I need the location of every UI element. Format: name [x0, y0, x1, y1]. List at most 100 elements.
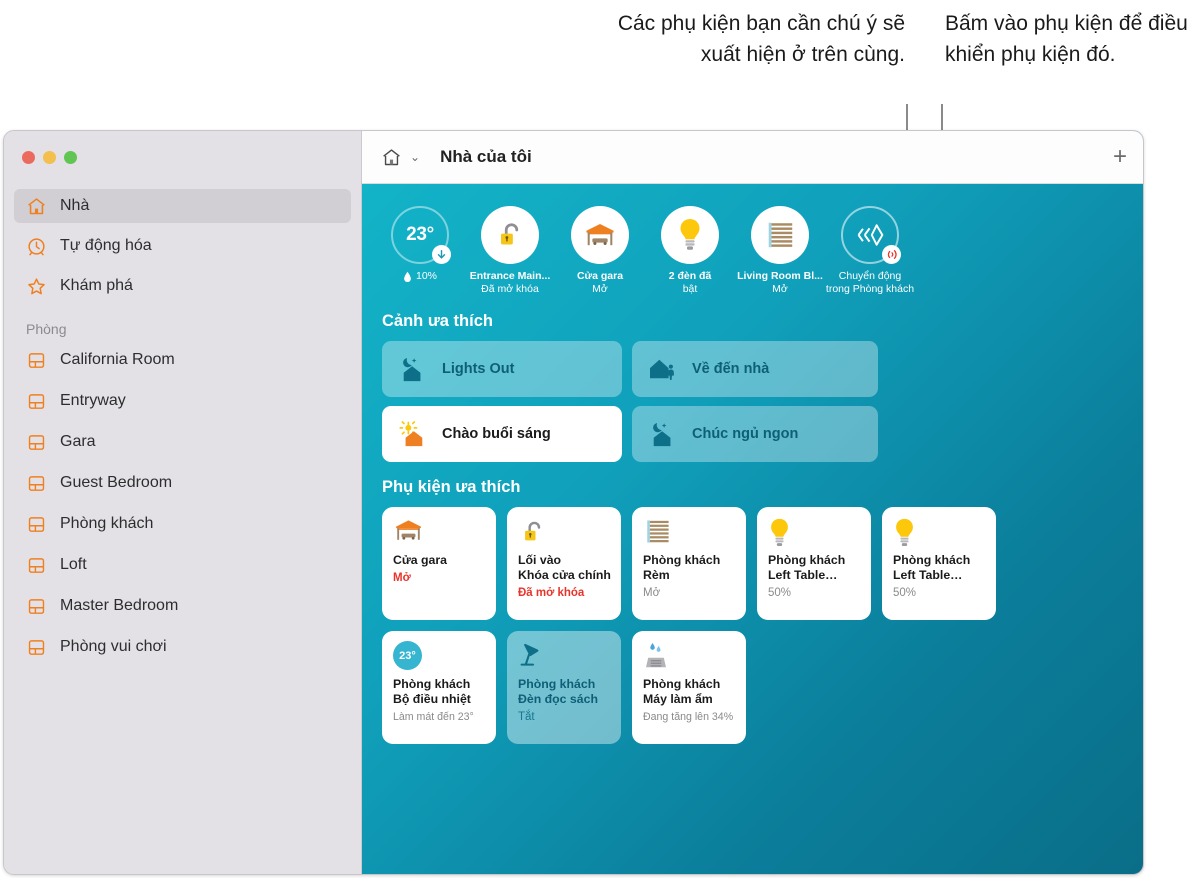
sidebar-item-room-2[interactable]: Gara	[14, 425, 351, 459]
garage-door-icon	[586, 223, 614, 246]
home-outline-icon[interactable]	[380, 146, 402, 168]
status-state: bật	[682, 283, 698, 295]
home-icon	[26, 196, 47, 217]
accessory-tile-living-room-blinds[interactable]: Phòng khách Rèm Mở	[632, 507, 746, 620]
accessory-state: Tắt	[518, 711, 535, 723]
sidebar-room-label: Loft	[60, 556, 87, 573]
toolbar: ⌄ Nhà của tôi +	[362, 131, 1143, 184]
lights-circle	[661, 206, 719, 264]
motion-sensor-icon	[857, 224, 884, 246]
sidebar-item-room-0[interactable]: California Room	[14, 343, 351, 377]
add-button[interactable]: +	[1113, 145, 1127, 169]
app-window: Nhà Tự động hóa Khám phá Phòng Californi…	[3, 130, 1144, 875]
star-icon	[26, 276, 47, 297]
humidity-value: 10%	[415, 270, 437, 282]
status-name: 2 đèn đã	[668, 270, 712, 282]
sidebar-item-home[interactable]: Nhà	[14, 189, 351, 223]
status-state: Mở	[772, 283, 788, 295]
sidebar-item-room-5[interactable]: Loft	[14, 548, 351, 582]
sidebar-item-automation[interactable]: Tự động hóa	[14, 229, 351, 263]
page-title: Nhà của tôi	[440, 147, 532, 166]
accessory-state: Đã mở khóa	[518, 587, 585, 599]
lightbulb-icon	[680, 219, 700, 250]
lightbulb-icon	[893, 517, 986, 549]
room-icon	[26, 555, 47, 576]
accessory-state: 50%	[893, 587, 917, 599]
unlocked-padlock-icon	[518, 517, 611, 549]
accessory-tile-garage[interactable]: Cửa gara Mở	[382, 507, 496, 620]
accessory-tile-humidifier[interactable]: Phòng khách Máy làm ẩm Đang tăng lên 34%	[632, 631, 746, 744]
accessory-tile-front-door-lock[interactable]: Lối vào Khóa cửa chính Đã mở khóa	[507, 507, 621, 620]
room-icon	[26, 432, 47, 453]
lock-circle	[481, 206, 539, 264]
chevron-down-icon[interactable]: ⌄	[410, 150, 420, 164]
sidebar-item-room-7[interactable]: Phòng vui chơi	[14, 630, 351, 664]
humidity-drop-icon	[404, 271, 411, 282]
accessory-state: Mở	[643, 587, 661, 599]
status-row: 23° 10% Entrance Main... Đã mở khóa Cửa …	[362, 184, 1143, 296]
desk-lamp-icon	[518, 641, 611, 673]
lightbulb-icon	[768, 517, 861, 549]
callout-text-left: Các phụ kiện bạn cần chú ý sẽ xuất hiện …	[617, 12, 905, 66]
status-item-lights[interactable]: 2 đèn đã bật	[646, 206, 734, 296]
sidebar-room-label: Phòng khách	[60, 515, 154, 532]
scene-label: Chào buổi sáng	[442, 426, 551, 442]
accessory-tile-reading-lamp[interactable]: Phòng khách Đèn đọc sách Tắt	[507, 631, 621, 744]
minimize-button[interactable]	[43, 151, 56, 164]
scene-good-night[interactable]: Chúc ngủ ngon	[632, 406, 878, 462]
scenes-section-title: Cảnh ưa thích	[382, 312, 493, 330]
accessory-name: Phòng khách Left Table…	[768, 553, 846, 582]
accessory-name: Phòng khách Đèn đọc sách	[518, 677, 598, 706]
status-sub: Cửa gara Mở	[552, 270, 648, 296]
automation-clock-icon	[26, 236, 47, 257]
moon-house-icon	[648, 421, 678, 447]
motion-circle	[841, 206, 901, 264]
scene-label: Về đến nhà	[692, 361, 770, 377]
room-icon	[26, 350, 47, 371]
status-sub: 10%	[372, 270, 468, 283]
main-content: ⌄ Nhà của tôi + 23° 10% Entrance Main...…	[362, 131, 1143, 874]
close-button[interactable]	[22, 151, 35, 164]
status-item-motion[interactable]: Chuyển động trong Phòng khách	[826, 206, 914, 296]
sidebar-item-room-3[interactable]: Guest Bedroom	[14, 466, 351, 500]
room-icon	[26, 514, 47, 535]
scene-label: Lights Out	[442, 361, 515, 377]
accessory-tile-thermostat[interactable]: 23° Phòng khách Bộ điều nhiệt Làm mát đế…	[382, 631, 496, 744]
sidebar: Nhà Tự động hóa Khám phá Phòng Californi…	[4, 131, 362, 874]
sidebar-nav: Nhà Tự động hóa Khám phá Phòng Californi…	[14, 189, 351, 671]
window-traffic-lights[interactable]	[22, 151, 77, 164]
accessory-tile-left-table-lamp-2[interactable]: Phòng khách Left Table… 50%	[882, 507, 996, 620]
status-item-lock[interactable]: Entrance Main... Đã mở khóa	[466, 206, 554, 296]
status-item-temperature[interactable]: 23° 10%	[376, 206, 464, 283]
status-state: trong Phòng khách	[825, 283, 915, 295]
scene-good-morning[interactable]: Chào buổi sáng	[382, 406, 622, 462]
down-arrow-icon	[432, 245, 451, 264]
status-state: Mở	[592, 283, 608, 295]
status-item-garage[interactable]: Cửa gara Mở	[556, 206, 644, 296]
status-item-blinds[interactable]: Living Room Bl... Mở	[736, 206, 824, 296]
scene-arrive-home[interactable]: Về đến nhà	[632, 341, 878, 397]
unlocked-padlock-icon	[501, 223, 519, 245]
accessory-state: 50%	[768, 587, 792, 599]
sidebar-item-room-6[interactable]: Master Bedroom	[14, 589, 351, 623]
accessory-name: Cửa gara	[393, 553, 448, 567]
window-blinds-icon	[768, 222, 793, 248]
sidebar-item-room-4[interactable]: Phòng khách	[14, 507, 351, 541]
status-state: Đã mở khóa	[481, 283, 539, 295]
maximize-button[interactable]	[64, 151, 77, 164]
sidebar-item-label: Khám phá	[60, 277, 133, 294]
scene-lights-out[interactable]: Lights Out	[382, 341, 622, 397]
sidebar-item-room-1[interactable]: Entryway	[14, 384, 351, 418]
accessory-name: Phòng khách Bộ điều nhiệt	[393, 677, 471, 706]
accessory-state: Làm mát đến 23°	[393, 711, 474, 723]
room-icon	[26, 637, 47, 658]
sidebar-item-label: Tự động hóa	[60, 237, 152, 254]
sun-house-icon	[398, 421, 428, 447]
accessory-tile-left-table-lamp-1[interactable]: Phòng khách Left Table… 50%	[757, 507, 871, 620]
humidifier-icon	[643, 641, 736, 673]
status-name: Chuyển động	[838, 270, 902, 282]
status-sub: Living Room Bl... Mở	[732, 270, 828, 296]
scene-label: Chúc ngủ ngon	[692, 426, 799, 442]
sidebar-room-label: Gara	[60, 433, 96, 450]
sidebar-item-discover[interactable]: Khám phá	[14, 269, 351, 303]
